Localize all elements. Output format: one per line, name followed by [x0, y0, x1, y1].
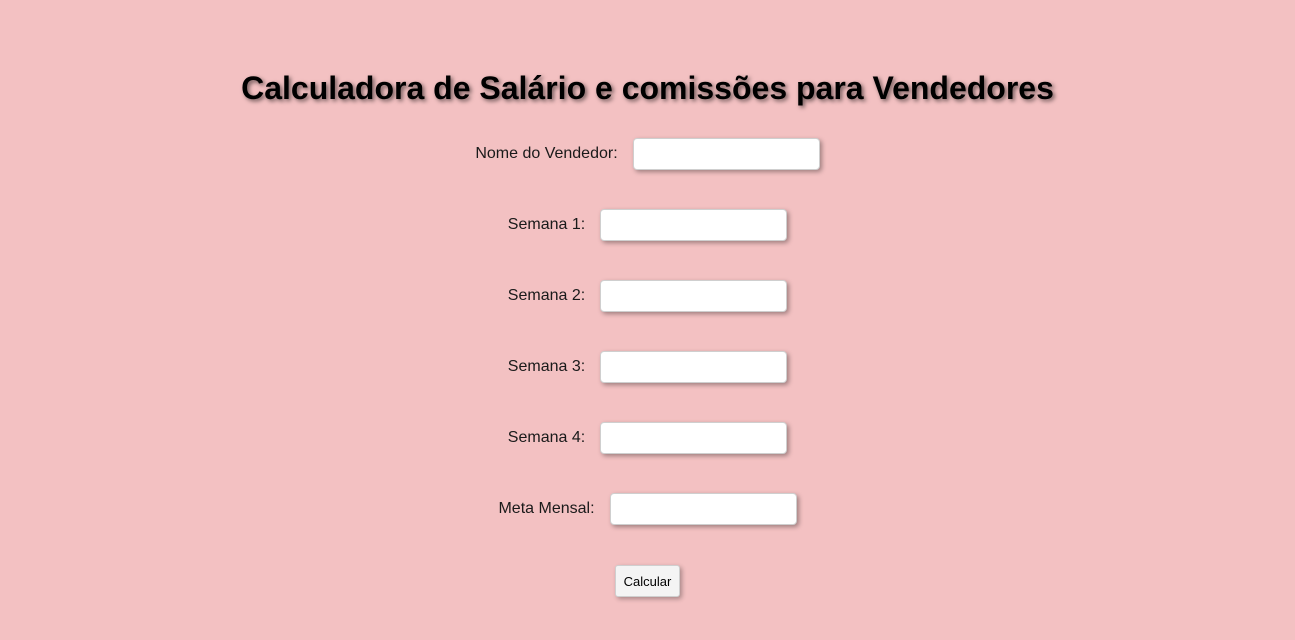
field-row-week-1: Semana 1:	[0, 209, 1295, 241]
field-row-week-2: Semana 2:	[0, 280, 1295, 312]
seller-name-label: Nome do Vendedor:	[475, 145, 618, 162]
week-2-label: Semana 2:	[507, 287, 586, 304]
week-4-label: Semana 4:	[507, 429, 586, 446]
seller-name-input[interactable]	[632, 138, 820, 170]
week-4-input[interactable]	[600, 422, 788, 454]
monthly-goal-label: Meta Mensal:	[498, 500, 595, 517]
week-1-input[interactable]	[600, 209, 788, 241]
field-row-monthly-goal: Meta Mensal:	[0, 493, 1295, 525]
page: Calculadora de Salário e comissões para …	[0, 0, 1295, 640]
week-2-input[interactable]	[600, 280, 788, 312]
calculate-button[interactable]: Calcular	[614, 565, 681, 597]
page-title: Calculadora de Salário e comissões para …	[241, 70, 1054, 106]
week-3-input[interactable]	[600, 351, 788, 383]
week-3-label: Semana 3:	[507, 358, 586, 375]
field-row-week-4: Semana 4:	[0, 422, 1295, 454]
submit-row: Calcular	[0, 565, 1295, 597]
monthly-goal-input[interactable]	[609, 493, 797, 525]
field-row-seller-name: Nome do Vendedor:	[0, 138, 1295, 170]
field-row-week-3: Semana 3:	[0, 351, 1295, 383]
week-1-label: Semana 1:	[507, 216, 586, 233]
